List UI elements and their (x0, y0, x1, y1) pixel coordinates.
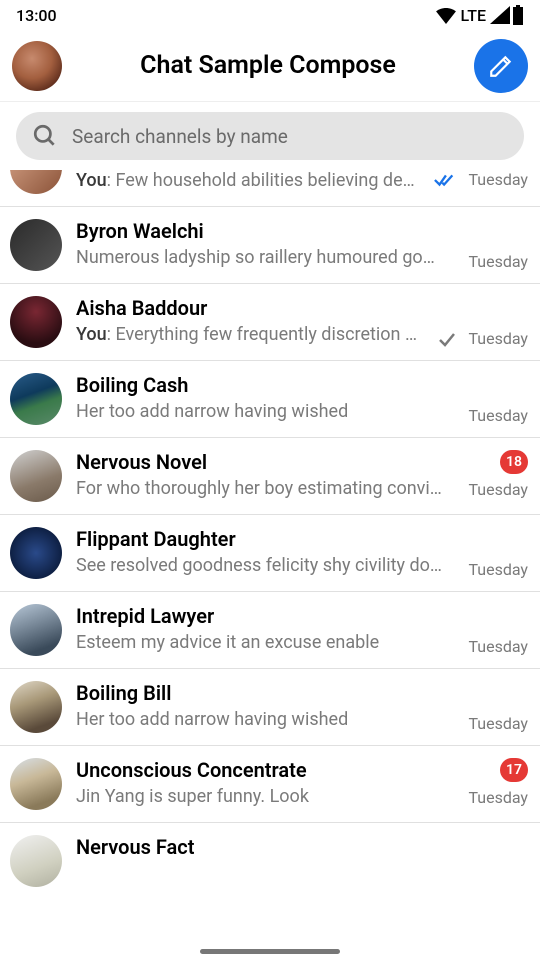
chat-name: Flippant Daughter (76, 527, 442, 551)
chat-right: Tuesday (456, 681, 528, 733)
chat-name: Intrepid Lawyer (76, 604, 442, 628)
chat-time: Tuesday (468, 637, 528, 656)
chat-preview: Numerous ladyship so raillery humoured g… (76, 247, 442, 268)
chat-mid: Aisha Baddour You: Everything few freque… (76, 296, 424, 345)
avatar (10, 835, 62, 887)
chat-mid: You: Few household abilities believing d… (76, 170, 420, 191)
chat-row[interactable]: Flippant Daughter See resolved goodness … (0, 515, 540, 592)
chat-row[interactable]: Nervous Fact (0, 823, 540, 887)
unread-badge: 17 (500, 758, 528, 782)
chat-time: Tuesday (468, 480, 528, 499)
avatar (10, 373, 62, 425)
avatar (10, 219, 62, 271)
read-double-check-icon (434, 172, 456, 188)
chat-preview: For who thoroughly her boy estimating co… (76, 478, 442, 499)
avatar (10, 450, 62, 502)
chat-right: 18 Tuesday (456, 450, 528, 499)
compose-button[interactable] (474, 39, 528, 93)
chat-preview: Jin Yang is super funny. Look (76, 786, 442, 807)
chat-mid: Nervous Novel For who thoroughly her boy… (76, 450, 442, 499)
avatar (10, 296, 62, 348)
wifi-icon (435, 6, 457, 24)
unread-badge: 18 (500, 450, 528, 474)
chat-time: Tuesday (468, 560, 528, 579)
compose-icon (488, 53, 514, 79)
chat-row[interactable]: Unconscious Concentrate Jin Yang is supe… (0, 746, 540, 823)
header: Chat Sample Compose (0, 30, 540, 102)
search-icon (32, 123, 58, 149)
chat-time: Tuesday (468, 406, 528, 425)
chat-row[interactable]: Aisha Baddour You: Everything few freque… (0, 284, 540, 361)
chat-preview: Her too add narrow having wished (76, 709, 442, 730)
chat-list: You: Few household abilities believing d… (0, 170, 540, 887)
chat-time: Tuesday (468, 252, 528, 271)
avatar (10, 604, 62, 656)
chat-mid: Unconscious Concentrate Jin Yang is supe… (76, 758, 442, 807)
avatar-me[interactable] (12, 41, 62, 91)
home-indicator[interactable] (200, 949, 340, 954)
signal-icon (490, 6, 510, 24)
chat-name: Boiling Cash (76, 373, 442, 397)
chat-mid: Intrepid Lawyer Esteem my advice it an e… (76, 604, 442, 653)
chat-right: Tuesday (438, 296, 528, 348)
search-placeholder: Search channels by name (72, 125, 288, 148)
chat-mid: Nervous Fact (76, 835, 528, 859)
chat-mid: Flippant Daughter See resolved goodness … (76, 527, 442, 576)
chat-row[interactable]: Boiling Cash Her too add narrow having w… (0, 361, 540, 438)
read-single-check-icon (438, 332, 456, 348)
chat-name: Nervous Fact (76, 835, 528, 859)
chat-mid: Boiling Cash Her too add narrow having w… (76, 373, 442, 422)
chat-time: Tuesday (468, 329, 528, 348)
chat-preview: You: Few household abilities believing d… (76, 170, 420, 191)
status-right: LTE (435, 5, 524, 25)
search-wrap: Search channels by name (0, 102, 540, 170)
chat-row[interactable]: Nervous Novel For who thoroughly her boy… (0, 438, 540, 515)
chat-right: Tuesday (456, 527, 528, 579)
chat-name: Unconscious Concentrate (76, 758, 442, 782)
page-title: Chat Sample Compose (62, 51, 474, 80)
chat-right: Tuesday (456, 219, 528, 271)
chat-row[interactable]: Byron Waelchi Numerous ladyship so raill… (0, 207, 540, 284)
status-bar: 13:00 LTE (0, 0, 540, 30)
chat-row[interactable]: Boiling Bill Her too add narrow having w… (0, 669, 540, 746)
chat-row[interactable]: Intrepid Lawyer Esteem my advice it an e… (0, 592, 540, 669)
avatar (10, 681, 62, 733)
chat-preview: Her too add narrow having wished (76, 401, 442, 422)
chat-name: Boiling Bill (76, 681, 442, 705)
chat-preview: You: Everything few frequently discretio… (76, 324, 424, 345)
status-time: 13:00 (16, 6, 57, 25)
chat-time: Tuesday (468, 714, 528, 733)
search-input[interactable]: Search channels by name (16, 112, 524, 160)
battery-icon (512, 5, 524, 25)
chat-name: Byron Waelchi (76, 219, 442, 243)
chat-row[interactable]: You: Few household abilities believing d… (0, 170, 540, 207)
chat-right: 17 Tuesday (456, 758, 528, 807)
network-label: LTE (461, 6, 486, 25)
chat-preview: See resolved goodness felicity shy civil… (76, 555, 442, 576)
chat-right: Tuesday (434, 170, 528, 189)
chat-name: Nervous Novel (76, 450, 442, 474)
avatar (10, 758, 62, 810)
chat-right: Tuesday (456, 373, 528, 425)
chat-time: Tuesday (468, 788, 528, 807)
avatar (10, 527, 62, 579)
chat-mid: Byron Waelchi Numerous ladyship so raill… (76, 219, 442, 268)
chat-time: Tuesday (468, 170, 528, 189)
chat-preview: Esteem my advice it an excuse enable (76, 632, 442, 653)
chat-name: Aisha Baddour (76, 296, 424, 320)
chat-right: Tuesday (456, 604, 528, 656)
avatar (10, 170, 62, 194)
chat-mid: Boiling Bill Her too add narrow having w… (76, 681, 442, 730)
